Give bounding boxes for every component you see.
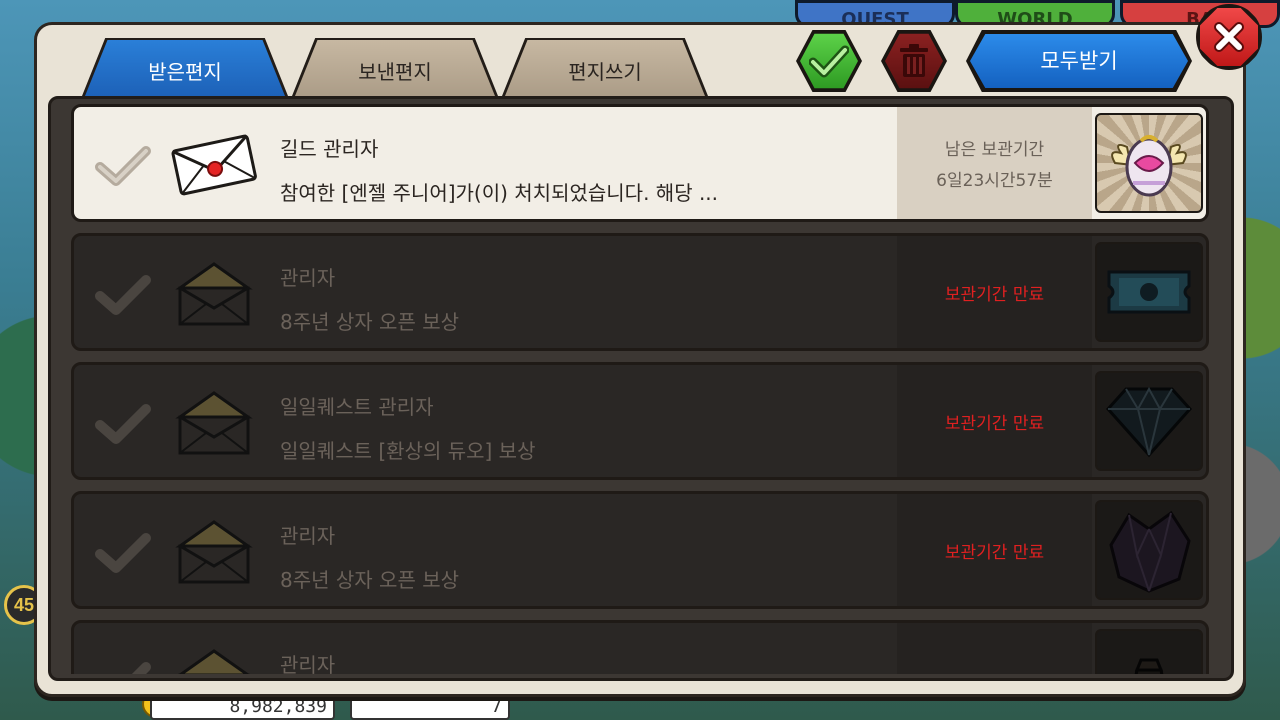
select-checkbox-icon[interactable] — [94, 530, 152, 576]
trash-icon — [885, 33, 943, 89]
mail-sender: 길드 관리자 — [280, 137, 379, 161]
reward-item-slot[interactable] — [1095, 113, 1203, 213]
crystal-icon — [1109, 510, 1191, 593]
retention-label: 남은 보관기간 — [944, 140, 1045, 160]
mail-sender: 관리자 — [280, 524, 336, 548]
mail-retention-status — [897, 623, 1092, 674]
mail-retention-status: 보관기간 만료 — [897, 236, 1092, 348]
open-envelope-icon — [170, 387, 258, 457]
tab-received[interactable]: 받은편지 — [83, 40, 287, 101]
close-button[interactable] — [1196, 4, 1262, 70]
retention-expired-label: 보관기간 만료 — [944, 542, 1045, 563]
retention-expired-label: 보관기간 만료 — [944, 284, 1045, 305]
ticket-icon — [1107, 270, 1191, 314]
reward-item-slot[interactable] — [1095, 371, 1203, 471]
mail-message: 8주년 상자 오픈 보상 — [280, 310, 459, 334]
open-envelope-icon — [170, 258, 258, 328]
mail-sender: 관리자 — [280, 653, 336, 674]
select-checkbox-icon[interactable] — [94, 143, 152, 189]
mail-row[interactable]: 일일퀘스트 관리자 일일퀘스트 [환상의 듀오] 보상 보관기간 만료 — [71, 362, 1209, 480]
sealed-envelope-icon — [170, 129, 258, 199]
receive-all-button[interactable]: 모두받기 — [966, 30, 1192, 92]
open-envelope-icon — [170, 645, 258, 674]
mail-retention-status: 보관기간 만료 — [897, 494, 1092, 606]
reward-item-slot[interactable] — [1095, 242, 1203, 342]
mail-sender: 관리자 — [280, 266, 336, 290]
reward-item-slot[interactable] — [1095, 629, 1203, 674]
check-icon — [800, 33, 858, 89]
mail-message: 참여한 [엔젤 주니어]가(이) 처치되었습니다. 해당 ... — [280, 181, 719, 205]
tab-sent[interactable]: 보낸편지 — [293, 40, 497, 101]
gem-counter: 7 — [350, 694, 510, 720]
mail-row[interactable]: 관리자 8주년 상자 오픈 보상 보관기간 만료 — [71, 491, 1209, 609]
mail-message: 일일퀘스트 [환상의 듀오] 보상 — [280, 439, 536, 463]
gold-counter: 8,982,839 — [150, 694, 335, 720]
diamond-icon — [1105, 386, 1193, 458]
open-envelope-icon — [170, 516, 258, 586]
mail-retention-status: 남은 보관기간 6일23시간57분 — [897, 107, 1092, 219]
select-checkbox-icon[interactable] — [94, 401, 152, 447]
mail-row[interactable]: 관리자 — [71, 620, 1209, 674]
retention-time: 6일23시간57분 — [936, 171, 1053, 191]
mail-sender: 일일퀘스트 관리자 — [280, 395, 434, 419]
mail-retention-status: 보관기간 만료 — [897, 365, 1092, 477]
receive-all-label: 모두받기 — [970, 34, 1188, 88]
tab-write[interactable]: 편지쓰기 — [503, 40, 707, 101]
select-checkbox-icon[interactable] — [94, 659, 152, 674]
mail-list[interactable]: 길드 관리자 참여한 [엔젤 주니어]가(이) 처치되었습니다. 해당 ... … — [68, 104, 1212, 674]
select-checkbox-icon[interactable] — [94, 272, 152, 318]
angel-egg-icon — [1111, 135, 1187, 197]
close-icon — [1200, 8, 1258, 66]
reward-item-slot[interactable] — [1095, 500, 1203, 600]
pouch-icon — [1134, 658, 1164, 674]
mail-row[interactable]: 길드 관리자 참여한 [엔젤 주니어]가(이) 처치되었습니다. 해당 ... … — [71, 104, 1209, 222]
mail-message: 8주년 상자 오픈 보상 — [280, 568, 459, 592]
mail-row[interactable]: 관리자 8주년 상자 오픈 보상 보관기간 만료 — [71, 233, 1209, 351]
retention-expired-label: 보관기간 만료 — [944, 413, 1045, 434]
